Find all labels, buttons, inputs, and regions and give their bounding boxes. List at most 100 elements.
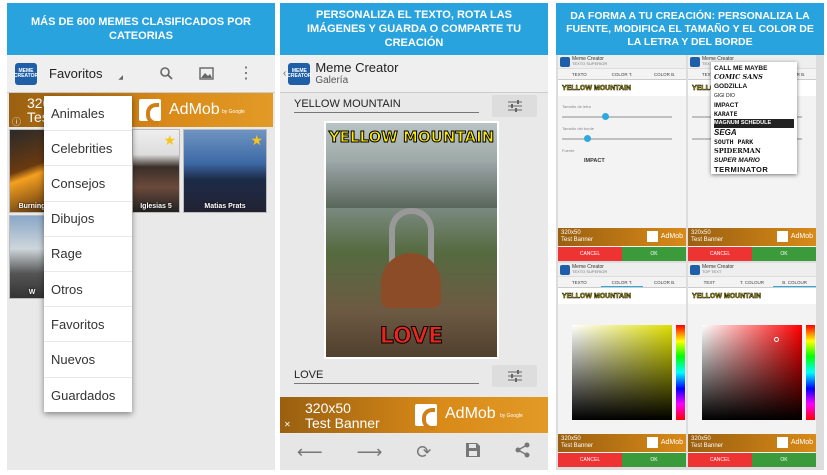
menu-item-guardados[interactable]: Guardados [44,378,132,413]
font-dropdown-list: CALL ME MAYBE COMIC SANS GODZILLA GIGI D… [711,62,797,174]
admob-logo-icon [139,99,161,125]
font-option[interactable]: IMPACT [714,101,794,110]
back-icon[interactable]: ‹ [283,68,286,79]
cancel-button[interactable]: CANCEL [688,453,752,467]
label-font-size: Tamaño de letra [562,104,591,109]
overflow-menu-icon[interactable]: ⋮ [235,63,257,85]
menu-item-favoritos[interactable]: Favoritos [44,307,132,343]
admob-logo-icon [415,404,437,430]
rotate-icon[interactable]: ⟳ [416,442,431,463]
hue-slider[interactable] [806,325,815,420]
admob-label: AdMob [790,233,813,240]
tab-t-colour[interactable]: T. COLOUR [731,277,774,287]
top-text-input[interactable]: YELLOW MOUNTAIN [294,98,479,113]
tab-color-t[interactable]: COLOR T. [601,69,644,79]
menu-item-animales[interactable]: Animales [44,96,132,132]
meme-thumb[interactable]: ★ Iglesias 5 [132,129,180,213]
ad-banner[interactable]: 320x50 Test Banner AdMob by Google ✕ [280,397,548,433]
menu-item-celebrities[interactable]: Celebrities [44,131,132,167]
meme-thumb[interactable]: ★ Matias Prats [183,129,267,213]
category-dropdown-label: Favoritos [49,66,103,81]
app-icon[interactable]: MEME CREATOR [14,62,38,85]
admob-sub: by Google [222,109,245,115]
color-picker-square[interactable] [702,325,802,420]
ad-text-2: Test Banner [305,415,380,431]
menu-item-nuevos[interactable]: Nuevos [44,342,132,378]
promo-banner: DA FORMA A TU CREACIÓN: PERSONALIZA LA F… [556,3,824,55]
app-title: Meme Creator [315,59,399,75]
font-option[interactable]: MAGNUM SCHEDULE [714,119,794,129]
tab-color-b[interactable]: COLOR B. [643,69,686,79]
ad-banner[interactable]: 320x50 Test Banner AdMob [558,228,686,246]
bottom-text-input[interactable]: LOVE [294,369,479,384]
cancel-button[interactable]: CANCEL [688,247,752,261]
ad-text-1: 320x50 [691,230,711,236]
arrow-left-icon[interactable]: ⟵ [297,442,323,463]
ad-banner[interactable]: 320x50 Test Banner AdMob [558,434,686,452]
cancel-button[interactable]: CANCEL [558,247,622,261]
ok-button[interactable]: OK [622,247,686,261]
tab-texto[interactable]: TEXTO [558,69,601,79]
menu-item-otros[interactable]: Otros [44,272,132,308]
favorite-star-icon[interactable]: ★ [250,132,263,149]
ad-info-icon[interactable]: ⓘ [12,115,21,127]
font-select[interactable]: IMPACT [584,158,605,164]
label-border-size: Tamaño del borde [562,126,595,131]
menu-item-dibujos[interactable]: Dibujos [44,202,132,237]
ad-banner[interactable]: 320x50 Test Banner AdMob [688,434,816,452]
tab-color-t[interactable]: COLOR T. [600,277,644,287]
text-controls: Tamaño de letra Tamaño del borde Fuente … [558,96,686,171]
save-icon[interactable] [465,442,481,463]
category-dropdown[interactable]: Favoritos ◢ [49,66,123,81]
admob-logo-icon [647,437,658,448]
favorite-star-icon[interactable]: ★ [163,132,176,149]
font-option[interactable]: COMIC SANS [714,73,794,82]
menu-item-rage[interactable]: Rage [44,237,132,272]
font-option[interactable]: SOUTH PARK [714,138,794,147]
ok-button[interactable]: OK [752,247,816,261]
ad-banner[interactable]: 320x50 Test Banner AdMob [688,228,816,246]
font-option[interactable]: SPIDERMAN [714,147,794,156]
bottom-text-settings-icon[interactable] [492,365,537,387]
app-icon [560,56,570,67]
dialog-buttons: CANCEL OK [688,453,816,467]
toolbar: MEME CREATOR Favoritos ◢ ⋮ [7,55,275,93]
cancel-button[interactable]: CANCEL [558,453,622,467]
tab-color-b[interactable]: COLOR B. [643,277,686,287]
screenshot-customize: DA FORMA A TU CREACIÓN: PERSONALIZA LA F… [556,3,824,470]
top-text-settings-icon[interactable] [492,95,537,117]
color-picker-cursor[interactable] [774,337,779,342]
font-option[interactable]: KARATE [714,110,794,119]
font-option[interactable]: SEGA [714,128,794,137]
app-icon [690,264,700,275]
ad-text-2: Test Banner [561,443,594,449]
bottom-action-bar: ⟵ ⟶ ⟳ [280,434,548,470]
app-icon[interactable]: MEME CREATOR [287,62,311,85]
font-option[interactable]: GIGI DIO [714,92,794,101]
preview-strip: YELLOW MOUNTAIN [688,288,816,304]
font-option[interactable]: TERMINATOR [714,165,794,174]
font-size-slider[interactable] [562,113,672,120]
heart-shape [381,253,441,308]
sub-tabs: TEXTO COLOR T. COLOR B. [558,69,686,80]
gallery-icon[interactable] [195,63,217,85]
tab-text[interactable]: TEXT [688,277,731,287]
ok-button[interactable]: OK [752,453,816,467]
color-picker-square[interactable] [572,325,672,420]
tab-texto[interactable]: TEXTO [558,277,601,287]
font-option[interactable]: GODZILLA [714,82,794,91]
menu-item-consejos[interactable]: Consejos [44,166,132,202]
hue-slider[interactable] [676,325,685,420]
border-size-slider[interactable] [562,135,672,142]
arrow-right-icon[interactable]: ⟶ [357,442,383,463]
meme-preview[interactable]: YELLOW MOUNTAIN LOVE [324,121,499,359]
font-option[interactable]: SUPER MARIO [714,156,794,165]
app-subtitle: Galería [315,75,349,87]
font-option[interactable]: CALL ME MAYBE [714,64,794,73]
ok-button[interactable]: OK [622,453,686,467]
ad-close-icon[interactable]: ✕ [284,420,291,429]
search-icon[interactable] [155,63,177,85]
app-subtitle: TEXTO SUPERIOR [572,269,608,274]
share-icon[interactable] [515,442,531,463]
tab-b-colour[interactable]: B. COLOUR [773,277,816,287]
